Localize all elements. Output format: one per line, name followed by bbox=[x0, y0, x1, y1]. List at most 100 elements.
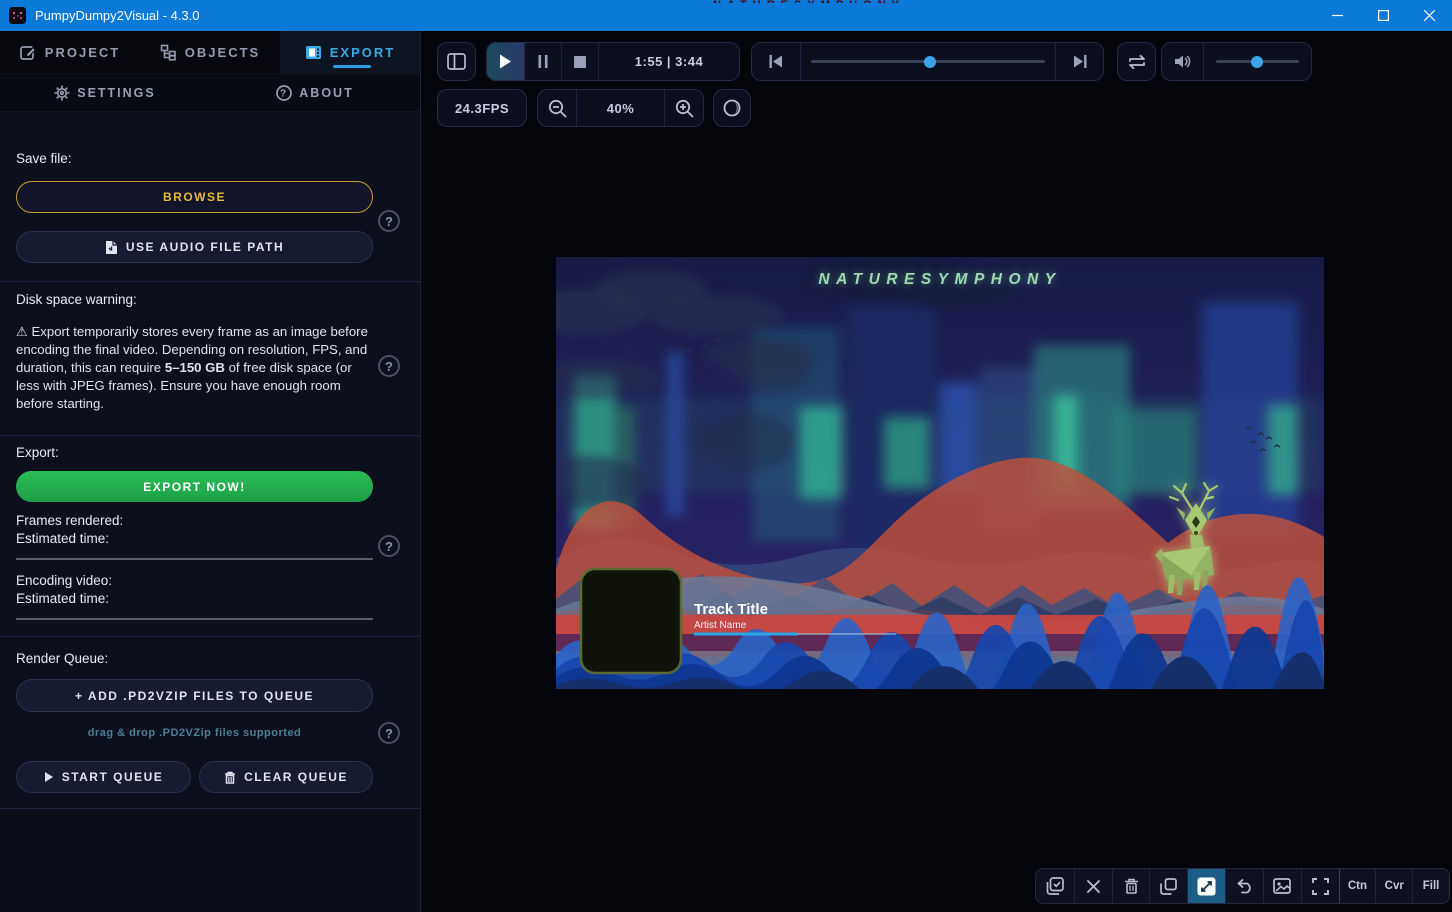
trash-icon bbox=[224, 771, 236, 784]
mute-button[interactable] bbox=[1162, 43, 1203, 80]
loop-button[interactable] bbox=[1117, 42, 1156, 81]
volume-slider[interactable] bbox=[1203, 43, 1311, 80]
fit-contain-button[interactable]: Ctn bbox=[1339, 869, 1376, 903]
resize-icon bbox=[1197, 877, 1216, 896]
disk-warning-help-button[interactable]: ? bbox=[378, 355, 400, 377]
zoom-in-button[interactable] bbox=[664, 90, 703, 126]
fit-fill-button[interactable]: Fill bbox=[1412, 869, 1449, 903]
app-title: PumpyDumpy2Visual - 4.3.0 bbox=[35, 8, 200, 23]
zoom-out-button[interactable] bbox=[538, 90, 576, 126]
skip-start-icon bbox=[769, 55, 783, 68]
render-glitch-text: NATURESYMPHONY bbox=[713, 0, 933, 3]
zoom-level-display: 40% bbox=[576, 90, 664, 126]
cover-label: Cvr bbox=[1385, 880, 1404, 892]
volume-track[interactable] bbox=[1216, 60, 1299, 63]
browse-button[interactable]: BROWSE bbox=[16, 181, 373, 213]
titlebar: PumpyDumpy2Visual - 4.3.0 bbox=[0, 0, 1452, 31]
file-icon bbox=[105, 240, 118, 255]
help-icon: ? bbox=[385, 539, 393, 554]
speaker-icon bbox=[1174, 54, 1192, 69]
skip-end-icon bbox=[1073, 55, 1087, 68]
deselect-button[interactable] bbox=[1074, 869, 1112, 903]
save-file-label: Save file: bbox=[16, 151, 72, 166]
seek-slider[interactable] bbox=[800, 43, 1055, 80]
pause-button[interactable] bbox=[524, 43, 561, 80]
save-file-help-button[interactable]: ? bbox=[378, 210, 400, 232]
start-queue-button[interactable]: START QUEUE bbox=[16, 761, 191, 793]
seek-track[interactable] bbox=[811, 60, 1045, 63]
contain-label: Ctn bbox=[1348, 880, 1367, 892]
undo-button[interactable] bbox=[1225, 869, 1263, 903]
toggle-sidebar-button[interactable] bbox=[437, 42, 476, 81]
visualizer-scene: NATURESYMPHONY bbox=[556, 257, 1324, 689]
skip-end-button[interactable] bbox=[1055, 43, 1103, 80]
help-icon: ? bbox=[385, 359, 393, 374]
encoding-progress-track bbox=[16, 618, 373, 620]
export-help-button[interactable]: ? bbox=[378, 535, 400, 557]
add-queue-button[interactable]: + ADD .PD2VZIP FILES TO QUEUE bbox=[16, 679, 373, 712]
objects-tree-icon bbox=[160, 44, 177, 61]
fit-cover-button[interactable]: Cvr bbox=[1375, 869, 1412, 903]
minimize-icon bbox=[1332, 10, 1343, 21]
queue-help-button[interactable]: ? bbox=[378, 722, 400, 744]
project-edit-icon bbox=[20, 44, 37, 61]
volume-thumb[interactable] bbox=[1251, 56, 1263, 68]
disk-warning-bold: 5–150 GB bbox=[165, 360, 225, 375]
export-panel-content: Save file: BROWSE ? USE AUDIO FILE PATH … bbox=[0, 112, 420, 912]
fill-label: Fill bbox=[1423, 880, 1440, 892]
tab-export-label: EXPORT bbox=[330, 45, 395, 60]
export-now-button[interactable]: EXPORT NOW! bbox=[16, 471, 373, 502]
close-icon bbox=[1424, 10, 1435, 21]
panel-footer bbox=[0, 809, 420, 912]
select-all-button[interactable] bbox=[1036, 869, 1074, 903]
skip-start-button[interactable] bbox=[752, 43, 800, 80]
frames-progress-track bbox=[16, 558, 373, 560]
section-divider bbox=[0, 281, 420, 282]
render-queue-label: Render Queue: bbox=[16, 651, 108, 666]
clear-queue-button[interactable]: CLEAR QUEUE bbox=[199, 761, 373, 793]
tab-objects[interactable]: OBJECTS bbox=[140, 31, 280, 73]
tab-project[interactable]: PROJECT bbox=[0, 31, 140, 73]
undo-icon bbox=[1235, 879, 1253, 894]
browse-button-label: BROWSE bbox=[163, 190, 226, 204]
close-button[interactable] bbox=[1406, 0, 1452, 31]
use-audio-path-button[interactable]: USE AUDIO FILE PATH bbox=[16, 231, 373, 263]
tab-about-label: ABOUT bbox=[299, 86, 353, 100]
stop-button[interactable] bbox=[561, 43, 598, 80]
duplicate-button[interactable] bbox=[1149, 869, 1187, 903]
delete-button[interactable] bbox=[1112, 869, 1150, 903]
contrast-toggle-button[interactable] bbox=[713, 89, 751, 127]
tab-about[interactable]: ? ABOUT bbox=[210, 74, 420, 111]
play-button[interactable] bbox=[487, 43, 524, 80]
export-sidebar: PROJECT OBJECTS EXPORT bbox=[0, 31, 421, 912]
album-art-placeholder[interactable] bbox=[581, 569, 681, 673]
section-divider bbox=[0, 636, 420, 637]
tab-settings[interactable]: SETTINGS bbox=[0, 74, 210, 111]
zoom-in-icon bbox=[675, 99, 694, 118]
visualizer-preview-canvas[interactable]: NATURESYMPHONY bbox=[556, 257, 1324, 689]
resize-mode-button[interactable] bbox=[1187, 869, 1225, 903]
disk-warning-label: Disk space warning: bbox=[16, 292, 137, 307]
tab-settings-label: SETTINGS bbox=[77, 86, 156, 100]
seek-thumb[interactable] bbox=[924, 56, 936, 68]
window-controls bbox=[1314, 0, 1452, 31]
secondary-tabbar: SETTINGS ? ABOUT bbox=[0, 74, 420, 112]
artist-name: Artist Name bbox=[694, 620, 747, 631]
background-image-button[interactable] bbox=[1263, 869, 1301, 903]
section-divider bbox=[0, 435, 420, 436]
maximize-button[interactable] bbox=[1360, 0, 1406, 31]
svg-text:?: ? bbox=[280, 88, 288, 99]
fullscreen-brackets-icon bbox=[1312, 878, 1329, 895]
active-tab-underline bbox=[333, 65, 371, 68]
fullscreen-button[interactable] bbox=[1301, 869, 1339, 903]
start-queue-label: START QUEUE bbox=[62, 770, 164, 784]
export-film-icon bbox=[305, 44, 322, 61]
tab-export[interactable]: EXPORT bbox=[280, 31, 420, 73]
zoom-out-icon bbox=[548, 99, 567, 118]
encoding-video-label: Encoding video: bbox=[16, 573, 112, 588]
fps-value: 24.3FPS bbox=[455, 101, 509, 116]
loop-repeat-icon bbox=[1127, 54, 1147, 70]
tab-objects-label: OBJECTS bbox=[185, 45, 260, 60]
frames-estimated-time-label: Estimated time: bbox=[16, 531, 109, 546]
minimize-button[interactable] bbox=[1314, 0, 1360, 31]
